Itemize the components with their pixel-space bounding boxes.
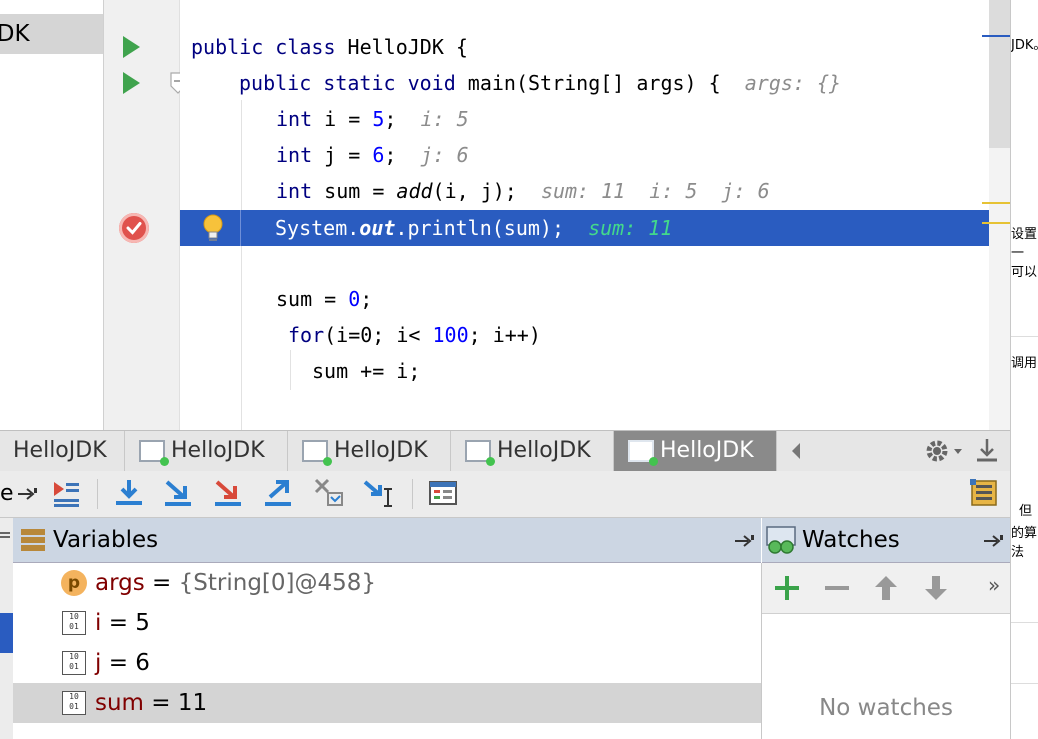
- debug-tab-icon: [302, 440, 332, 466]
- run-class-icon[interactable]: [123, 36, 140, 58]
- watches-icon: [766, 526, 796, 554]
- frames-panel-selected[interactable]: [0, 613, 13, 653]
- pin-watches-icon[interactable]: [982, 531, 1004, 551]
- bg-text: 设置一: [1011, 227, 1038, 261]
- stripe-mark: [982, 202, 1010, 204]
- step-over-button[interactable]: [113, 477, 145, 509]
- primitive-binary-icon: 10 01: [62, 611, 86, 635]
- drop-frame-button[interactable]: [313, 477, 345, 509]
- stripe-mark: [982, 35, 1010, 37]
- debug-tab-icon: [139, 440, 169, 466]
- code-line-7: sum = 0;: [276, 287, 373, 311]
- project-tree: JDK: [0, 0, 104, 430]
- bg-text: JDK。: [1011, 38, 1038, 53]
- stripe-mark: [982, 222, 1010, 224]
- watches-title: Watches: [802, 527, 900, 553]
- bg-text: 但: [1019, 504, 1033, 519]
- primitive-binary-icon: 10 01: [62, 691, 86, 715]
- watches-toolbar: »: [762, 563, 1010, 614]
- code-line-5: int sum = add(i, j); sum: 11 i: 5 j: 6: [276, 179, 770, 203]
- more-actions-icon[interactable]: »: [988, 573, 1000, 597]
- primitive-binary-icon: 10 01: [62, 651, 86, 675]
- hide-panel-icon[interactable]: [974, 437, 1000, 465]
- variable-row-sum[interactable]: 10 01 sum = 11: [13, 683, 761, 723]
- tab-hellojdk-3[interactable]: HelloJDK: [288, 431, 451, 471]
- code-line-8: for(i=0; i< 100; i++): [288, 323, 541, 347]
- move-watch-up-icon[interactable]: [874, 575, 898, 601]
- project-tree-item[interactable]: JDK: [0, 14, 103, 54]
- tab-hellojdk-4[interactable]: HelloJDK: [451, 431, 614, 471]
- tab-hellojdk-5[interactable]: HelloJDK: [614, 431, 777, 471]
- breakpoint-icon[interactable]: [119, 213, 149, 243]
- debugger-toolbar: e: [0, 471, 1010, 518]
- gear-icon[interactable]: [924, 437, 964, 465]
- variable-row-j[interactable]: 10 01 j = 6: [13, 643, 761, 683]
- move-watch-down-icon[interactable]: [924, 575, 948, 601]
- debug-tab-icon: [628, 440, 658, 466]
- pin-tab-icon[interactable]: [16, 484, 38, 504]
- background-window: JDK。 设置一 可以 调用 但 的算法: [1010, 0, 1038, 739]
- tab-hellojdk-1[interactable]: HelloJDK: [0, 431, 125, 471]
- debug-session-tabs: HelloJDK HelloJDK HelloJDK HelloJDK Hell…: [0, 430, 1010, 472]
- tabs-scroll-left-icon[interactable]: [789, 441, 803, 461]
- lightbulb-icon[interactable]: [198, 212, 228, 244]
- variable-row-args[interactable]: p args = {String[0]@458}: [13, 563, 761, 603]
- variable-row-i[interactable]: 10 01 i = 5: [13, 603, 761, 643]
- variables-icon: [21, 529, 45, 551]
- debug-tab-icon: [465, 440, 495, 466]
- run-to-cursor-button[interactable]: [362, 477, 394, 509]
- step-into-button[interactable]: [162, 477, 194, 509]
- evaluate-expression-button[interactable]: [427, 477, 459, 509]
- remove-watch-icon[interactable]: [824, 575, 850, 601]
- frames-tab-label[interactable]: e: [0, 471, 14, 517]
- force-step-into-button[interactable]: [212, 477, 244, 509]
- parameter-icon: p: [61, 570, 87, 596]
- code-line-6: System.out.println(sum); sum: 11: [275, 216, 673, 240]
- watches-empty-text: No watches: [819, 695, 953, 721]
- add-watch-icon[interactable]: [774, 575, 800, 601]
- bg-text: 的算法: [1011, 526, 1038, 560]
- bg-text: 可以: [1011, 265, 1038, 280]
- code-line-4: int j = 6; j: 6: [276, 143, 469, 167]
- variables-title: Variables: [53, 527, 159, 553]
- tab-hellojdk-2[interactable]: HelloJDK: [125, 431, 288, 471]
- editor-scrollbar-thumb[interactable]: [989, 0, 1010, 148]
- execution-point-line: System.out.println(sum); sum: 11: [180, 210, 1010, 246]
- code-line-2: public static void main(String[] args) {…: [239, 71, 842, 95]
- step-out-button[interactable]: [262, 477, 294, 509]
- code-line-9: sum += i;: [312, 359, 421, 383]
- bg-text: 调用: [1011, 356, 1038, 371]
- code-line-1: public class HelloJDK {: [191, 35, 468, 59]
- run-main-icon[interactable]: [123, 72, 140, 94]
- code-line-3: int i = 5; i: 5: [276, 107, 469, 131]
- pin-variables-icon[interactable]: [733, 531, 755, 551]
- show-execution-point-button[interactable]: [50, 477, 82, 509]
- restore-layout-button[interactable]: [968, 477, 1000, 509]
